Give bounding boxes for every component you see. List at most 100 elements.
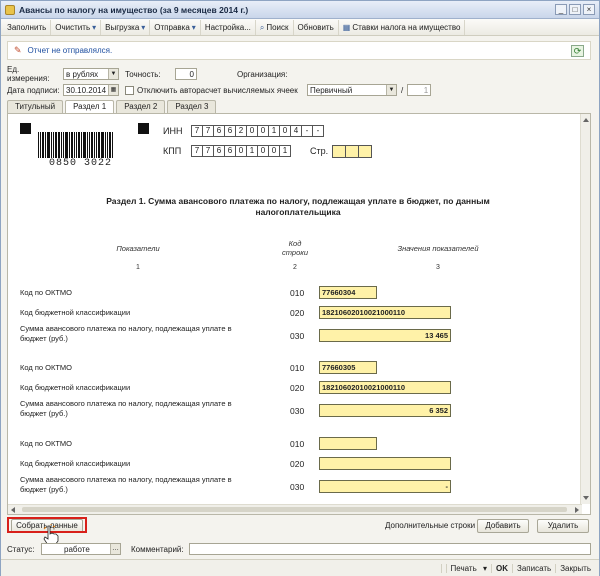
row-value-field[interactable]: 6 352 [319, 404, 451, 417]
status-input[interactable]: работе … [41, 543, 121, 555]
row-value-field[interactable]: 77660304 [319, 286, 377, 299]
unit-label: Ед. измерения: [7, 65, 50, 83]
row-code: 020 [290, 308, 305, 318]
status-value: работе [64, 544, 90, 554]
chevron-down-icon: ▾ [191, 22, 196, 32]
kpp-cells: 776601001 [191, 145, 291, 157]
chevron-down-icon: ▼ [386, 85, 396, 95]
update-button[interactable]: Обновить [294, 19, 339, 35]
page-label: Стр. [310, 146, 329, 156]
horizontal-scrollbar[interactable] [8, 504, 582, 514]
update-label: Обновить [297, 22, 334, 32]
settings-label: Настройка... [204, 22, 251, 32]
export-label: Выгрузка [105, 22, 140, 32]
tab-section-1[interactable]: Раздел 1 [65, 100, 115, 116]
row-value-field[interactable] [319, 457, 451, 470]
precision-input[interactable]: 0 [175, 68, 197, 80]
send-label: Отправка [154, 22, 190, 32]
section-tabs: Титульный Раздел 1 Раздел 2 Раздел 3 [7, 100, 218, 116]
fill-button[interactable]: Заполнить [3, 19, 52, 35]
params-row-2: Дата подписи: 30.10.2014 ▦ Отключить авто… [7, 83, 595, 97]
precision-value: 0 [189, 69, 194, 79]
calendar-icon[interactable]: ▦ [108, 85, 118, 95]
delete-button[interactable]: Удалить [537, 519, 589, 533]
clear-button[interactable]: Очистить ▾ [51, 19, 102, 35]
autocalc-checkbox[interactable] [125, 85, 134, 95]
maximize-button[interactable]: □ [569, 4, 581, 15]
row-value-field[interactable]: 13 465 [319, 329, 451, 342]
col-number-3: 3 [436, 264, 440, 271]
document-icon [5, 4, 15, 15]
row-label: Код по ОКТМО [20, 288, 73, 297]
add-button[interactable]: Добавить [477, 519, 529, 533]
row-value-field[interactable]: - [319, 480, 451, 493]
col-number-2: 2 [293, 264, 297, 271]
status-label: Статус: [7, 544, 35, 554]
unit-select[interactable]: в рублях ▼ [63, 68, 119, 80]
clear-label: Очистить [55, 22, 91, 32]
report-form: 0850 3022 ИНН 7766200104-- КПП 776601001… [7, 113, 591, 515]
select-icon[interactable]: … [110, 544, 120, 554]
unit-value: в рублях [66, 69, 99, 79]
fill-label: Заполнить [7, 22, 47, 32]
row-label: Сумма авансового платежа по налогу, подл… [20, 475, 232, 494]
row-value-field[interactable]: 77660305 [319, 361, 377, 374]
footer-bar: Печать ▾ OK Записать Закрыть [1, 559, 599, 576]
search-icon: ⌕ [259, 22, 265, 32]
chevron-down-icon: ▾ [141, 22, 146, 32]
send-button[interactable]: Отправка ▾ [150, 19, 201, 35]
section-heading: Раздел 1. Сумма авансового платежа по на… [106, 196, 490, 217]
date-label: Дата подписи: [7, 85, 60, 95]
page-number-cells[interactable] [332, 145, 372, 158]
refresh-icon[interactable]: ⟳ [571, 45, 584, 57]
tab-section-2[interactable]: Раздел 2 [116, 100, 166, 113]
chevron-down-icon: ▾ [92, 22, 97, 32]
comment-input[interactable] [189, 543, 591, 555]
ok-button[interactable]: OK [491, 563, 512, 573]
row-code: 020 [290, 459, 305, 469]
col-number-1: 1 [136, 264, 140, 271]
col-code-header: Код строки [282, 239, 308, 257]
correction-number-input[interactable]: 1 [407, 84, 432, 96]
search-label: Поиск [266, 22, 289, 32]
tax-rates-button[interactable]: ▦ Ставки налога на имущество [339, 19, 466, 35]
org-label: Организация: [237, 69, 288, 79]
date-value: 30.10.2014 [66, 85, 107, 95]
row-code: 030 [290, 482, 305, 492]
inn-label: ИНН [163, 126, 183, 136]
print-label: Печать [445, 563, 481, 573]
extra-rows-label: Дополнительные строки [385, 521, 476, 530]
doc-type-select[interactable]: Первичный ▼ [307, 84, 397, 96]
doc-type-value: Первичный [310, 85, 353, 95]
save-button[interactable]: Записать [512, 563, 555, 573]
row-value-field[interactable]: 18210602010021000110 [319, 381, 451, 394]
autocalc-label: Отключить авторасчет вычисляемых ячеек [137, 85, 298, 95]
settings-button[interactable]: Настройка... [201, 19, 256, 35]
row-value-field[interactable]: 18210602010021000110 [319, 306, 451, 319]
barcode-number: 0850 3022 [38, 158, 123, 169]
info-icon: ✎ [14, 45, 22, 55]
vertical-scrollbar[interactable] [580, 114, 590, 504]
row-label: Код бюджетной классификации [20, 308, 131, 317]
close-button[interactable]: × [583, 4, 595, 15]
kpp-label: КПП [163, 146, 182, 156]
chevron-down-icon: ▼ [108, 69, 118, 79]
precision-label: Точность: [125, 69, 161, 79]
export-button[interactable]: Выгрузка ▾ [101, 19, 151, 35]
row-label: Код бюджетной классификации [20, 383, 131, 392]
row-code: 030 [290, 406, 305, 416]
row-value-field[interactable] [319, 437, 377, 450]
tab-section-3[interactable]: Раздел 3 [167, 100, 217, 113]
row-code: 010 [290, 439, 305, 449]
inn-digit: - [312, 125, 324, 137]
date-input[interactable]: 30.10.2014 ▦ [63, 84, 119, 96]
close-window-button[interactable]: Закрыть [555, 563, 595, 573]
tab-title-page[interactable]: Титульный [7, 100, 64, 113]
row-code: 010 [290, 363, 305, 373]
minimize-button[interactable]: _ [555, 4, 567, 15]
row-code: 030 [290, 331, 305, 341]
notice-panel: ✎ Отчет не отправлялся. ⟳ [7, 41, 591, 60]
search-button[interactable]: ⌕ Поиск [256, 19, 294, 35]
print-button[interactable]: Печать ▾ [440, 563, 491, 573]
corner-marker [20, 123, 31, 134]
